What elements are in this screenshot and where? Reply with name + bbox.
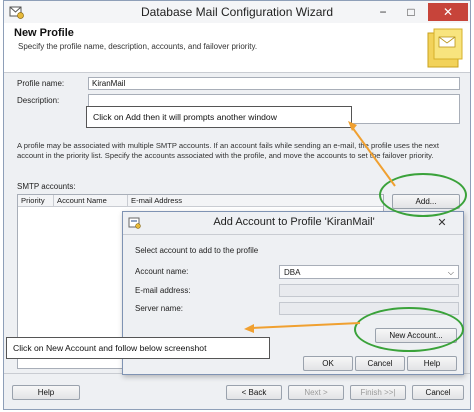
wizard-footer: Help < Back Next > Finish >>| Cancel (4, 373, 470, 409)
finish-button[interactable]: Finish >>| (350, 385, 406, 400)
close-button[interactable]: ✕ (428, 3, 468, 21)
highlight-ring-new-account (354, 307, 464, 352)
chevron-down-icon[interactable]: ⌵ (448, 267, 454, 278)
highlight-ring-add (379, 173, 467, 217)
description-label: Description: (17, 96, 60, 105)
dialog-help-button[interactable]: Help (407, 356, 457, 371)
dialog-title: Add Account to Profile 'KiranMail' (213, 216, 375, 228)
smtp-accounts-label: SMTP accounts: (17, 182, 76, 191)
back-button[interactable]: < Back (226, 385, 282, 400)
callout-add: Click on Add then it will prompts anothe… (86, 106, 352, 128)
column-account-name[interactable]: Account Name (54, 195, 128, 207)
dialog-divider (123, 234, 463, 235)
profile-name-input[interactable]: KiranMail (88, 77, 460, 90)
title-bar: Database Mail Configuration Wizard − □ ✕ (4, 1, 470, 23)
grid-header: Priority Account Name E-mail Address (18, 195, 383, 207)
wizard-banner-icon (427, 28, 463, 68)
next-button[interactable]: Next > (288, 385, 344, 400)
cancel-button[interactable]: Cancel (412, 385, 464, 400)
minimize-button[interactable]: − (370, 3, 396, 21)
dialog-instruction: Select account to add to the profile (135, 246, 259, 255)
email-address-label: E-mail address: (135, 286, 191, 295)
account-name-label: Account name: (135, 267, 189, 276)
column-priority[interactable]: Priority (18, 195, 54, 207)
server-name-label: Server name: (135, 304, 184, 313)
page-subtitle: Specify the profile name, description, a… (18, 42, 258, 51)
callout-new-account: Click on New Account and follow below sc… (6, 337, 270, 359)
dialog-cancel-button[interactable]: Cancel (355, 356, 405, 371)
info-line-1: A profile may be associated with multipl… (17, 141, 439, 150)
page-title: New Profile (14, 27, 74, 39)
maximize-button[interactable]: □ (398, 3, 424, 21)
dialog-ok-button[interactable]: OK (303, 356, 353, 371)
profile-name-label: Profile name: (17, 79, 65, 88)
help-button[interactable]: Help (12, 385, 80, 400)
account-name-select[interactable]: DBA ⌵ (279, 265, 459, 279)
page-header: New Profile Specify the profile name, de… (4, 23, 470, 73)
email-address-field (279, 284, 459, 297)
account-name-value: DBA (284, 268, 301, 277)
column-email-address[interactable]: E-mail Address (128, 195, 383, 207)
info-line-2: account in the priority list. Specify th… (17, 151, 434, 160)
